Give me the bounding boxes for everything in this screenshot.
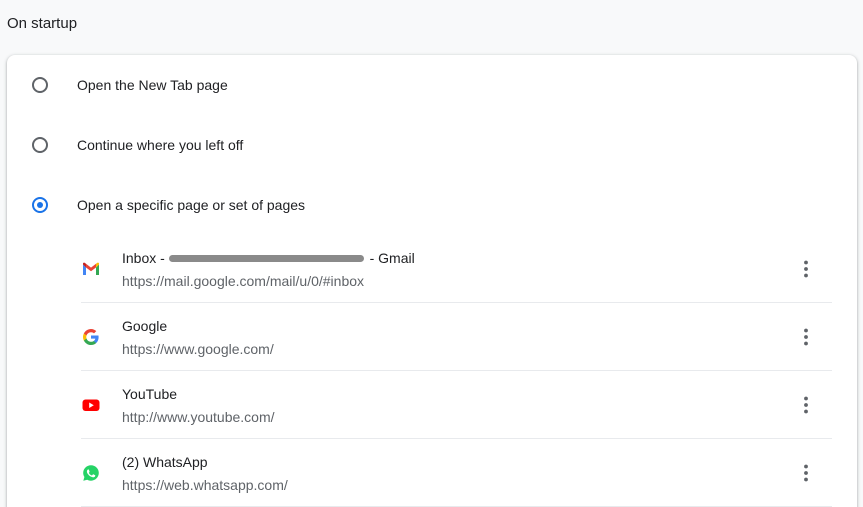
option-label: Open the New Tab page [77, 77, 228, 93]
google-icon [83, 329, 99, 345]
more-vert-icon [804, 328, 808, 346]
page-url: https://www.google.com/ [122, 341, 274, 357]
option-continue[interactable]: Continue where you left off [7, 115, 857, 175]
redacted-email [168, 254, 364, 262]
page-url: https://mail.google.com/mail/u/0/#inbox [122, 273, 365, 289]
more-vert-icon [804, 396, 808, 414]
more-vert-icon [804, 464, 808, 482]
more-actions-button[interactable] [794, 325, 818, 349]
page-title: YouTube [122, 386, 178, 402]
page-url: https://web.whatsapp.com/ [122, 477, 288, 493]
youtube-icon [82, 399, 100, 411]
option-label: Open a specific page or set of pages [77, 197, 306, 213]
startup-page-list: Inbox - - Gmail https://mail.google.com/… [81, 235, 832, 507]
option-new-tab[interactable]: Open the New Tab page [7, 55, 857, 115]
more-actions-button[interactable] [794, 257, 818, 281]
startup-card: Open the New Tab page Continue where you… [7, 55, 857, 507]
more-actions-button[interactable] [794, 393, 818, 417]
startup-page-item: (2) WhatsApp https://web.whatsapp.com/ [81, 439, 832, 507]
section-title: On startup [7, 15, 78, 32]
page-title: Google [122, 318, 168, 334]
more-actions-button[interactable] [794, 461, 818, 485]
page-title: (2) WhatsApp [122, 454, 208, 470]
option-specific-pages[interactable]: Open a specific page or set of pages [7, 175, 857, 235]
radio-button-icon[interactable] [32, 137, 48, 153]
gmail-icon [83, 262, 99, 275]
page-url: http://www.youtube.com/ [122, 409, 275, 425]
radio-button-icon[interactable] [32, 77, 48, 93]
radio-button-checked-icon[interactable] [32, 197, 48, 213]
option-label: Continue where you left off [77, 137, 244, 153]
startup-page-item: YouTube http://www.youtube.com/ [81, 371, 832, 439]
more-vert-icon [804, 260, 808, 278]
startup-page-item: Google https://www.google.com/ [81, 303, 832, 371]
startup-page-item: Inbox - - Gmail https://mail.google.com/… [81, 235, 832, 303]
settings-page: On startup Open the New Tab page Continu… [0, 0, 863, 507]
whatsapp-icon [83, 465, 99, 481]
page-title: Inbox - - Gmail [122, 250, 415, 266]
